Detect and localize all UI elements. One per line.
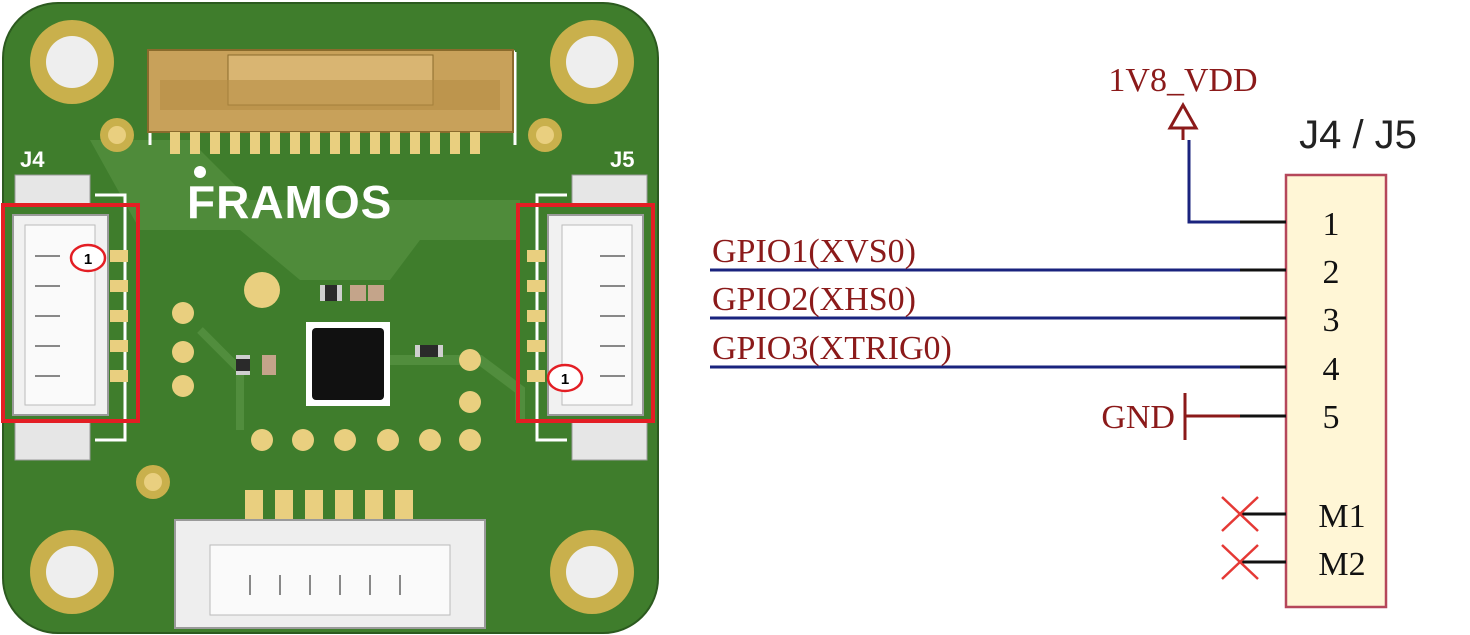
pin-number: 1	[1323, 206, 1340, 243]
pin-number: 2	[1323, 254, 1340, 291]
component-designator: J4 / J5	[1299, 113, 1417, 157]
schematic-diagram: 1V8_VDD J4 / J5 1 2 3 4 5 M1 M2 GPIO1(XV…	[710, 62, 1417, 609]
pin-number: 5	[1323, 399, 1340, 436]
net-label-gpio2: GPIO2(XHS0)	[712, 281, 916, 318]
pin-stubs	[1240, 220, 1286, 564]
net-label-gpio1: GPIO1(XVS0)	[712, 233, 916, 270]
ground-net-label: GND	[1101, 399, 1175, 436]
pin-number: 4	[1323, 351, 1340, 388]
pin-number: M2	[1318, 546, 1365, 583]
power-wire	[1187, 140, 1240, 224]
ground-symbol-icon	[1183, 393, 1240, 440]
net-label-gpio3: GPIO3(XTRIG0)	[712, 330, 952, 367]
power-net-label: 1V8_VDD	[1108, 62, 1257, 99]
pin-number: 3	[1323, 302, 1340, 339]
power-arrow-icon	[1167, 101, 1199, 130]
pin-number: M1	[1318, 498, 1365, 535]
